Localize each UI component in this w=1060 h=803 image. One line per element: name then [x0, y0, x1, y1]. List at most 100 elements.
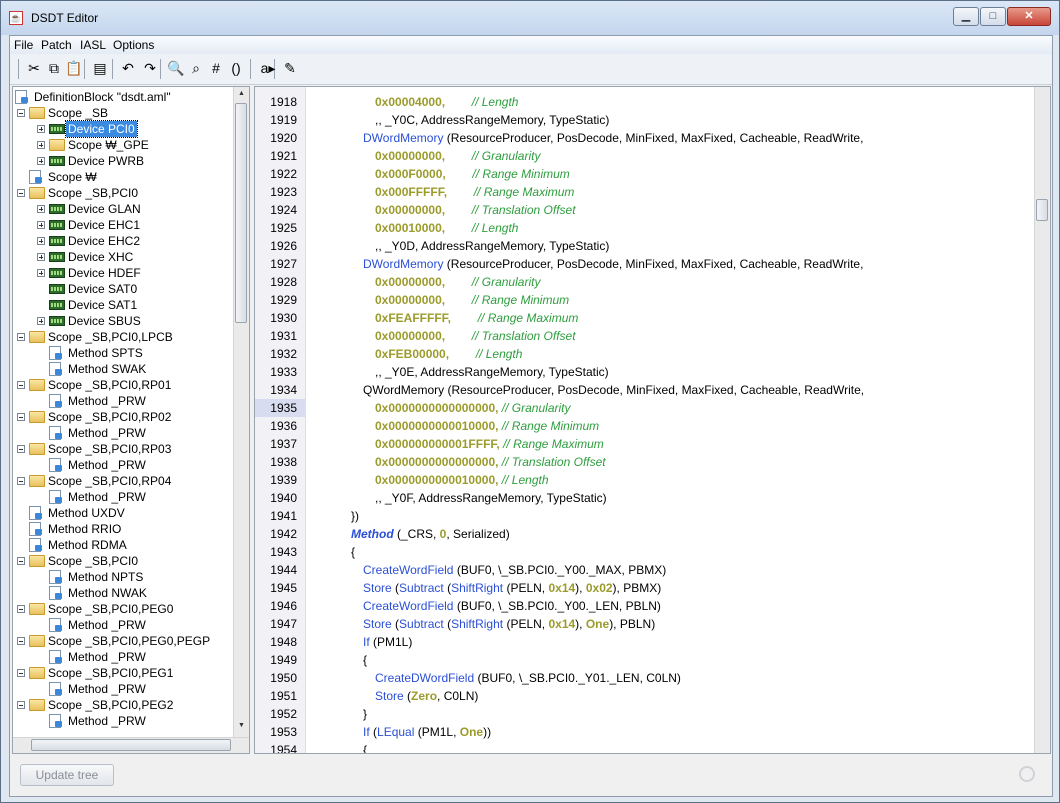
code-line[interactable]: ,, _Y0E, AddressRangeMemory, TypeStatic): [375, 363, 609, 381]
code-line[interactable]: Method (_CRS, 0, Serialized): [351, 525, 510, 543]
expand-icon[interactable]: [37, 157, 45, 165]
code-line[interactable]: {: [363, 651, 367, 669]
tree-node[interactable]: Scope _SB,PCI0,PEG0,PEGP: [13, 633, 237, 649]
tree-node[interactable]: Method _PRW: [13, 681, 237, 697]
goto-line-icon[interactable]: #: [206, 58, 226, 78]
code-line[interactable]: 0xFEAFFFFF, // Range Maximum: [375, 309, 578, 327]
tree-node[interactable]: Method NWAK: [13, 585, 237, 601]
code-line[interactable]: 0x00000000, // Granularity: [375, 273, 540, 291]
scroll-down-arrow-icon[interactable]: ▼: [234, 719, 249, 733]
tree-node-label[interactable]: Scope _SB,PCI0: [46, 553, 140, 569]
tree-node-label[interactable]: Method _PRW: [66, 713, 148, 729]
tree-node[interactable]: Device PCI0: [13, 120, 237, 138]
collapse-icon[interactable]: [17, 189, 25, 197]
menu-file[interactable]: File: [14, 38, 33, 52]
tree-node[interactable]: Scope _SB,PCI0,LPCB: [13, 329, 237, 345]
update-tree-button[interactable]: Update tree: [20, 764, 114, 786]
code-line[interactable]: 0x0000000000010000, // Range Minimum: [375, 417, 599, 435]
code-line[interactable]: Store (Subtract (ShiftRight (PELN, 0x14)…: [363, 579, 661, 597]
tree-node-label[interactable]: Method SPTS: [66, 345, 145, 361]
tree-node[interactable]: Method _PRW: [13, 617, 237, 633]
tree-node[interactable]: Scope ₩: [13, 169, 237, 185]
tree-node[interactable]: Method _PRW: [13, 649, 237, 665]
collapse-icon[interactable]: [17, 445, 25, 453]
tree-node-label[interactable]: Method _PRW: [66, 649, 148, 665]
menu-options[interactable]: Options: [113, 38, 154, 52]
tree-node-label[interactable]: Method NWAK: [66, 585, 149, 601]
close-button[interactable]: ✕: [1007, 7, 1051, 26]
collapse-icon[interactable]: [17, 669, 25, 677]
tree-node-label[interactable]: Method _PRW: [66, 393, 148, 409]
braces-icon[interactable]: (): [226, 58, 246, 78]
code-line[interactable]: ,, _Y0F, AddressRangeMemory, TypeStatic): [375, 489, 607, 507]
tree-node-label[interactable]: Device SBUS: [66, 313, 143, 329]
tree-node-label[interactable]: Device XHC: [66, 249, 135, 265]
find-replace-icon[interactable]: ⌕: [186, 58, 206, 78]
find-icon[interactable]: 🔍: [166, 58, 186, 78]
code-line[interactable]: 0x000FFFFF, // Range Maximum: [375, 183, 574, 201]
tree-node-label[interactable]: Scope _SB,PCI0,PEG1: [46, 665, 175, 681]
tree-node[interactable]: Scope ₩_GPE: [13, 137, 237, 153]
tree-node[interactable]: Device XHC: [13, 249, 237, 265]
editor-vertical-scrollbar[interactable]: [1034, 87, 1050, 753]
collapse-icon[interactable]: [17, 109, 25, 117]
tree-node[interactable]: Method SWAK: [13, 361, 237, 377]
collapse-icon[interactable]: [17, 477, 25, 485]
title-bar[interactable]: ☕ DSDT Editor ▁ □ ✕: [1, 1, 1059, 35]
code-line[interactable]: ,, _Y0C, AddressRangeMemory, TypeStatic): [375, 111, 609, 129]
tree-node[interactable]: Method _PRW: [13, 713, 237, 729]
code-line[interactable]: ,, _Y0D, AddressRangeMemory, TypeStatic): [375, 237, 609, 255]
tree-node-label[interactable]: Scope ₩: [46, 169, 99, 185]
tree-node[interactable]: DefinitionBlock "dsdt.aml": [13, 89, 237, 105]
code-line[interactable]: DWordMemory (ResourceProducer, PosDecode…: [363, 255, 863, 273]
notes-icon[interactable]: ✎: [280, 58, 300, 78]
code-line[interactable]: 0x00000000, // Translation Offset: [375, 327, 576, 345]
scroll-up-arrow-icon[interactable]: ▲: [234, 87, 249, 101]
tree-node-label[interactable]: Method _PRW: [66, 457, 148, 473]
tree-node-label[interactable]: Scope _SB,PCI0,PEG0,PEGP: [46, 633, 212, 649]
code-line[interactable]: 0x0000000000000000, // Granularity: [375, 399, 571, 417]
tree-node-label[interactable]: Scope _SB: [46, 105, 110, 121]
tree-node[interactable]: Method _PRW: [13, 393, 237, 409]
code-line[interactable]: Store (Zero, C0LN): [375, 687, 478, 705]
paste-icon[interactable]: 📋: [64, 58, 84, 78]
code-line[interactable]: DWordMemory (ResourceProducer, PosDecode…: [363, 129, 863, 147]
tree-node[interactable]: Device EHC1: [13, 217, 237, 233]
tree-node-label[interactable]: Method SWAK: [66, 361, 148, 377]
expand-icon[interactable]: [37, 253, 45, 261]
code-line[interactable]: }): [351, 507, 359, 525]
tree-node-label[interactable]: Scope _SB,PCI0,PEG0: [46, 601, 175, 617]
code-line[interactable]: 0x00010000, // Length: [375, 219, 518, 237]
tree-node[interactable]: Method _PRW: [13, 489, 237, 505]
code-line[interactable]: 0x00000000, // Granularity: [375, 147, 540, 165]
tree-node[interactable]: Device GLAN: [13, 201, 237, 217]
code-line[interactable]: If (LEqual (PM1L, One)): [363, 723, 491, 741]
tree-vertical-scrollbar[interactable]: ▲ ▼: [233, 87, 249, 737]
tree-node-label[interactable]: Device SAT0: [66, 281, 139, 297]
code-line[interactable]: 0x0000000000000000, // Translation Offse…: [375, 453, 606, 471]
code-line[interactable]: 0x0000000000010000, // Length: [375, 471, 549, 489]
code-line[interactable]: Store (Subtract (ShiftRight (PELN, 0x14)…: [363, 615, 655, 633]
collapse-icon[interactable]: [17, 333, 25, 341]
tree-node[interactable]: Scope _SB,PCI0,PEG2: [13, 697, 237, 713]
minimize-button[interactable]: ▁: [953, 7, 979, 26]
tree-node[interactable]: Method NPTS: [13, 569, 237, 585]
tree-node-label[interactable]: Device EHC1: [66, 217, 142, 233]
code-line[interactable]: If (PM1L): [363, 633, 412, 651]
collapse-icon[interactable]: [17, 637, 25, 645]
redo-icon[interactable]: ↷: [140, 58, 160, 78]
tree-hscroll-thumb[interactable]: [31, 739, 231, 751]
tree-node-label[interactable]: Method _PRW: [66, 425, 148, 441]
tree-scroll-thumb[interactable]: [235, 103, 247, 323]
code-line[interactable]: CreateDWordField (BUF0, \_SB.PCI0._Y01._…: [375, 669, 681, 687]
expand-icon[interactable]: [37, 125, 45, 133]
code-line[interactable]: 0x00004000, // Length: [375, 93, 518, 111]
cut-icon[interactable]: ✂: [24, 58, 44, 78]
collapse-icon[interactable]: [17, 381, 25, 389]
tree-horizontal-scrollbar[interactable]: [13, 737, 249, 753]
tree-node[interactable]: Scope _SB,PCI0,RP04: [13, 473, 237, 489]
tree-node[interactable]: Method UXDV: [13, 505, 237, 521]
expand-icon[interactable]: [37, 205, 45, 213]
expand-icon[interactable]: [37, 221, 45, 229]
expand-icon[interactable]: [37, 141, 45, 149]
